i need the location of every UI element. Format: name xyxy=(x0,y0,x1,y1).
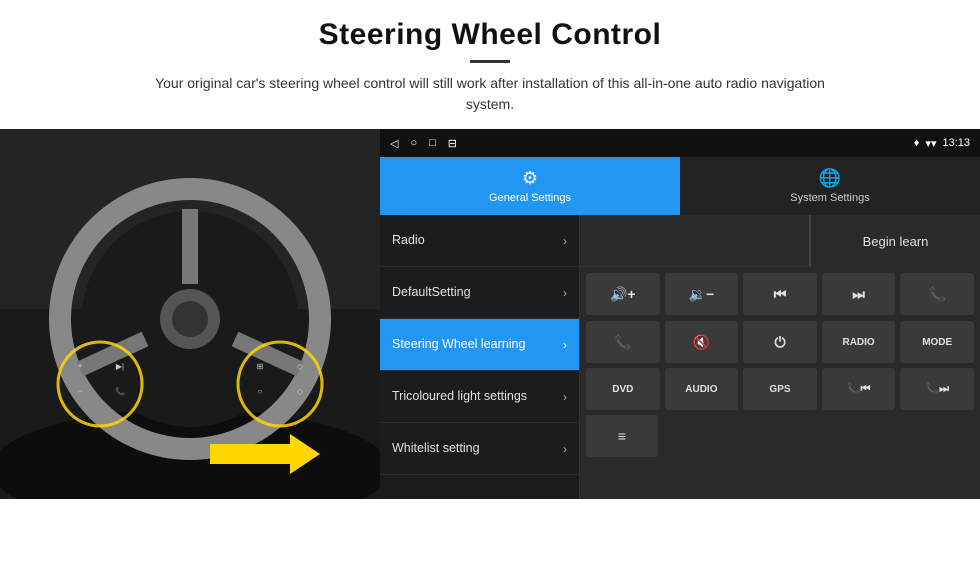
vol-up-icon: 🔊+ xyxy=(610,286,636,303)
svg-text:📞: 📞 xyxy=(115,386,125,396)
menu-item-whitelist-label: Whitelist setting xyxy=(392,440,480,456)
system-icon: 🌐 xyxy=(819,168,841,189)
call-answer-icon: 📞 xyxy=(614,334,631,351)
gps-icon: GPS xyxy=(769,384,790,395)
audio-icon: AUDIO xyxy=(685,384,717,395)
nav-menu-icon[interactable]: ⊟ xyxy=(448,137,457,150)
menu-item-whitelist[interactable]: Whitelist setting › xyxy=(380,423,579,475)
svg-text:◇: ◇ xyxy=(297,362,304,371)
mute-button[interactable]: 🔇 xyxy=(665,321,739,363)
next-track-button[interactable]: ⏭ xyxy=(822,273,896,315)
control-buttons-row2: 📞 🔇 ⏻ RADIO MODE xyxy=(580,321,980,368)
power-button[interactable]: ⏻ xyxy=(743,321,817,363)
special-button[interactable]: ≡ xyxy=(586,415,658,457)
svg-text:○: ○ xyxy=(258,387,263,396)
controls-top-row: Begin learn xyxy=(580,215,980,267)
main-content: + ▶| − 📞 ⊞ ◇ ○ ◇ xyxy=(0,129,980,499)
menu-item-default[interactable]: DefaultSetting › xyxy=(380,267,579,319)
signal-icon: ▾▾ xyxy=(925,137,936,150)
svg-text:▶|: ▶| xyxy=(116,362,124,371)
phone-icon: 📞 xyxy=(928,286,945,303)
begin-learn-button[interactable]: Begin learn xyxy=(810,215,980,267)
power-icon: ⏻ xyxy=(774,334,785,351)
audio-button[interactable]: AUDIO xyxy=(665,368,739,410)
status-indicators: ♦ ▾▾ 13:13 xyxy=(914,137,970,150)
svg-text:◇: ◇ xyxy=(297,387,304,396)
phone-button[interactable]: 📞 xyxy=(900,273,974,315)
chevron-right-icon: › xyxy=(563,234,567,248)
vol-up-button[interactable]: 🔊+ xyxy=(586,273,660,315)
call-answer-button[interactable]: 📞 xyxy=(586,321,660,363)
nav-square-icon[interactable]: □ xyxy=(429,137,436,149)
time-display: 13:13 xyxy=(942,137,970,149)
radio-btn-icon: RADIO xyxy=(842,337,874,348)
right-controls: Begin learn 🔊+ 🔉− ⏮ xyxy=(580,215,980,499)
tab-bar: ⚙ General Settings 🌐 System Settings xyxy=(380,157,980,215)
tab-general-label: General Settings xyxy=(489,192,571,204)
left-menu: Radio › DefaultSetting › Steering Wheel … xyxy=(380,215,580,499)
nav-home-icon[interactable]: ○ xyxy=(410,137,417,149)
gear-icon: ⚙ xyxy=(522,168,538,189)
vol-down-button[interactable]: 🔉− xyxy=(665,273,739,315)
svg-text:+: + xyxy=(77,361,82,371)
control-buttons-row3: DVD AUDIO GPS 📞⏮ 📞⏭ xyxy=(580,368,980,415)
menu-item-tricoloured-label: Tricoloured light settings xyxy=(392,388,527,404)
prev-track-icon: ⏮ xyxy=(774,286,787,303)
controls-empty-area xyxy=(580,215,810,266)
svg-text:−: − xyxy=(77,386,82,396)
menu-item-tricoloured[interactable]: Tricoloured light settings › xyxy=(380,371,579,423)
gps-status-icon: ♦ xyxy=(914,137,920,149)
mode-button[interactable]: MODE xyxy=(900,321,974,363)
vol-down-icon: 🔉− xyxy=(689,286,715,303)
chevron-right-icon: › xyxy=(563,338,567,352)
special-icon: ≡ xyxy=(618,428,626,444)
page-title: Steering Wheel Control xyxy=(319,18,662,52)
menu-item-default-label: DefaultSetting xyxy=(392,284,471,300)
phone-prev-button[interactable]: 📞⏮ xyxy=(822,368,896,410)
phone-next-button[interactable]: 📞⏭ xyxy=(900,368,974,410)
status-bar: ◁ ○ □ ⊟ ♦ ▾▾ 13:13 xyxy=(380,129,980,157)
android-panel: ◁ ○ □ ⊟ ♦ ▾▾ 13:13 ⚙ General Settings xyxy=(380,129,980,499)
nav-buttons: ◁ ○ □ ⊟ xyxy=(390,137,457,150)
steering-wheel-bg: + ▶| − 📞 ⊞ ◇ ○ ◇ xyxy=(0,129,380,499)
title-divider xyxy=(470,60,510,63)
control-buttons-row1: 🔊+ 🔉− ⏮ ⏭ 📞 xyxy=(580,267,980,321)
mute-icon: 🔇 xyxy=(693,334,710,351)
menu-item-radio[interactable]: Radio › xyxy=(380,215,579,267)
content-area: Radio › DefaultSetting › Steering Wheel … xyxy=(380,215,980,499)
tab-system[interactable]: 🌐 System Settings xyxy=(680,157,980,215)
dvd-icon: DVD xyxy=(612,384,633,395)
menu-item-radio-label: Radio xyxy=(392,232,425,248)
prev-track-button[interactable]: ⏮ xyxy=(743,273,817,315)
radio-button[interactable]: RADIO xyxy=(822,321,896,363)
menu-item-steering[interactable]: Steering Wheel learning › xyxy=(380,319,579,371)
control-buttons-row4: ≡ xyxy=(580,415,980,462)
mode-icon: MODE xyxy=(922,337,952,348)
page-subtitle: Your original car's steering wheel contr… xyxy=(130,73,850,115)
chevron-right-icon: › xyxy=(563,442,567,456)
phone-prev-icon: 📞⏮ xyxy=(847,382,871,396)
chevron-right-icon: › xyxy=(563,390,567,404)
nav-back-icon[interactable]: ◁ xyxy=(390,137,398,150)
dvd-button[interactable]: DVD xyxy=(586,368,660,410)
gps-button[interactable]: GPS xyxy=(743,368,817,410)
svg-text:⊞: ⊞ xyxy=(257,362,264,371)
tab-system-label: System Settings xyxy=(790,192,869,204)
chevron-right-icon: › xyxy=(563,286,567,300)
tab-general[interactable]: ⚙ General Settings xyxy=(380,157,680,215)
next-track-icon: ⏭ xyxy=(852,286,865,303)
menu-item-steering-label: Steering Wheel learning xyxy=(392,336,525,352)
image-panel: + ▶| − 📞 ⊞ ◇ ○ ◇ xyxy=(0,129,380,499)
page-wrapper: Steering Wheel Control Your original car… xyxy=(0,0,980,564)
phone-next-icon: 📞⏭ xyxy=(925,382,949,396)
